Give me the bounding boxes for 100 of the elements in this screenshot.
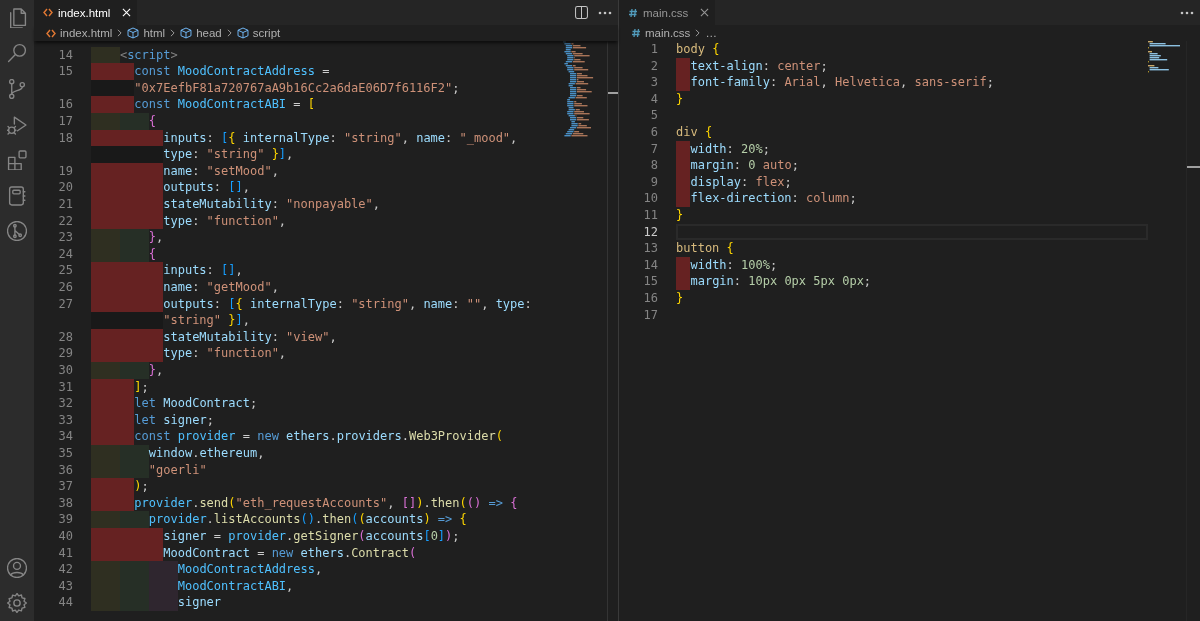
line-number: 7	[650, 140, 658, 158]
scrollbar[interactable]	[1186, 41, 1200, 621]
code-line: const provider = new ethers.providers.Web3Provider(	[134, 428, 503, 445]
code-line: type: "function",	[163, 212, 287, 230]
line-number: 9	[650, 173, 658, 191]
cursor-position-marker	[1187, 166, 1200, 168]
account-icon[interactable]	[7, 557, 27, 578]
chevron-right-icon	[170, 29, 176, 37]
notebook-icon[interactable]	[7, 185, 27, 206]
breadcrumb-item[interactable]: main.css	[631, 27, 691, 39]
line-number: 13	[643, 240, 658, 257]
code-line: text-align: center;	[690, 57, 828, 75]
code-line: body {	[676, 41, 720, 58]
breadcrumb-item[interactable]: head	[180, 27, 222, 39]
code-line: outputs: [],	[163, 179, 250, 197]
line-number: 20	[58, 179, 73, 197]
code-line: font-family: Arial, Helvetica, sans-serif;	[690, 74, 994, 91]
settings-icon[interactable]	[7, 593, 27, 614]
code-line: signer	[177, 594, 222, 611]
more-icon[interactable]	[1180, 10, 1194, 15]
code-line: button {	[676, 240, 734, 257]
chevron-right-icon	[695, 29, 701, 37]
line-number: 44	[58, 594, 73, 611]
code-line: "0x7EefbF81a720767aA9b16Cc2a6daE06D7f6116F2";	[134, 79, 460, 97]
editor-tab[interactable]: main.css	[619, 0, 716, 25]
code-line: inputs: [],	[163, 262, 243, 279]
code-line: let signer;	[134, 411, 214, 429]
code-line: let MoodContract;	[134, 395, 258, 412]
line-number: 43	[58, 577, 73, 595]
breadcrumb-item[interactable]: index.html	[46, 27, 113, 39]
code-line: type: "function",	[163, 345, 287, 362]
line-number: 40	[58, 527, 73, 545]
line-number: 31	[58, 378, 73, 396]
code-line: stateMutability: "view",	[163, 328, 337, 346]
line-number: 11	[643, 206, 658, 224]
breadcrumb-item[interactable]: html	[127, 27, 166, 39]
line-number: 3	[650, 74, 658, 91]
line-number: 16	[643, 289, 658, 307]
line-number: 23	[58, 229, 73, 246]
code-line: ];	[134, 378, 149, 396]
editor-tab[interactable]: index.html	[34, 0, 138, 25]
line-number: 4	[650, 90, 658, 108]
code-line: inputs: [{ internalType: "string", name: "_mood",	[163, 129, 518, 147]
line-number: 27	[58, 295, 73, 313]
line-number: 41	[58, 544, 73, 562]
more-icon[interactable]	[598, 10, 612, 15]
line-number: 32	[58, 395, 73, 412]
line-number: 16	[58, 96, 73, 114]
code-line: const MoodContractAddress =	[134, 63, 330, 80]
code-brackets-icon	[46, 28, 56, 38]
code-line: signer = provider.getSigner(accounts[0]);	[163, 527, 460, 545]
line-number: 17	[58, 113, 73, 130]
code-line: margin: 0 auto;	[690, 157, 799, 174]
line-number: 24	[58, 245, 73, 263]
line-number: 21	[58, 196, 73, 213]
code-line: }	[676, 206, 684, 224]
code-line: width: 100%;	[690, 256, 778, 274]
line-number: 18	[58, 129, 73, 147]
line-number: 36	[58, 461, 73, 479]
code-line: stateMutability: "nonpayable",	[163, 196, 380, 213]
code-line: provider.listAccounts().then((accounts) => {	[148, 511, 467, 528]
line-number: 8	[650, 157, 658, 174]
files-icon[interactable]	[7, 7, 27, 28]
line-number: 33	[58, 411, 73, 429]
code-line: window.ethereum,	[148, 444, 265, 462]
search-icon[interactable]	[7, 43, 27, 64]
line-number: 39	[58, 511, 73, 528]
code-line: <script>	[119, 46, 178, 64]
breadcrumb-item[interactable]: …	[705, 27, 717, 39]
breadcrumb-item[interactable]: script	[236, 27, 281, 39]
line-number: 15	[643, 273, 658, 290]
code-line: },	[148, 361, 164, 379]
line-number: 14	[643, 256, 658, 274]
scrollbar[interactable]	[607, 41, 618, 621]
line-number: 12	[643, 223, 658, 241]
line-number: 5	[650, 107, 658, 124]
line-number: 1	[650, 41, 658, 58]
cursor-position-marker	[608, 92, 618, 94]
code-line: }	[676, 289, 684, 307]
line-number: 2	[650, 57, 658, 75]
cube-icon	[236, 27, 249, 39]
line-number: 42	[58, 561, 73, 578]
line-number: 25	[58, 262, 73, 279]
line-number: 14	[58, 46, 73, 64]
code-line: margin: 10px 0px 5px 0px;	[690, 273, 872, 290]
line-number: 29	[58, 345, 73, 362]
run-debug-icon[interactable]	[7, 114, 27, 135]
code-line: MoodContractAddress,	[177, 561, 323, 578]
line-number: 15	[58, 63, 73, 80]
hash-icon	[631, 28, 641, 38]
extensions-icon[interactable]	[7, 150, 27, 171]
line-number: 38	[58, 494, 73, 512]
line-number: 26	[58, 279, 73, 296]
source-control-icon[interactable]	[7, 79, 27, 99]
code-line: );	[134, 478, 149, 495]
line-number: 34	[58, 428, 73, 445]
code-line: const MoodContractABI = [	[134, 96, 315, 114]
split-editor-icon[interactable]	[575, 6, 588, 19]
line-number: 35	[58, 444, 73, 462]
code-line: outputs: [{ internalType: "string", name: "", type:	[163, 295, 532, 313]
